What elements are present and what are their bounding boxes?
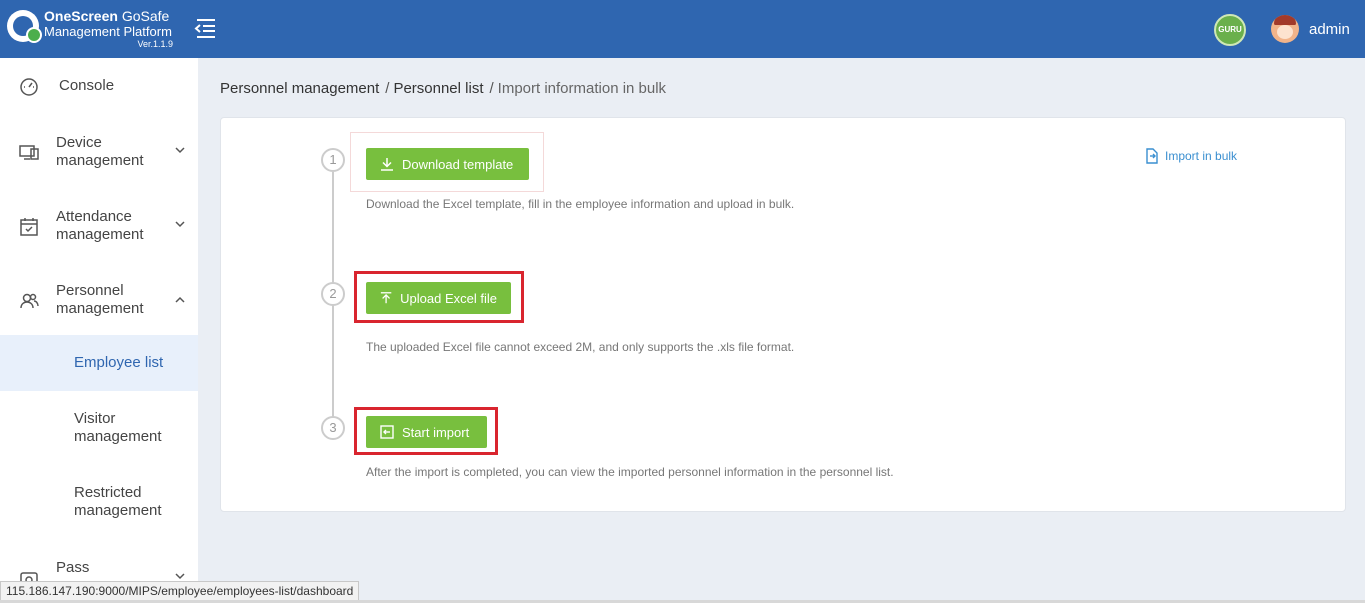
- sidebar-item-label: Visitor management: [74, 410, 162, 445]
- download-template-button[interactable]: Download template: [366, 148, 529, 180]
- chevron-down-icon: [175, 147, 185, 154]
- sidebar-item-label: Pass: [56, 559, 90, 576]
- browser-status-url: 115.186.147.190:9000/MIPS/employee/emplo…: [0, 581, 360, 601]
- import-in-bulk-label: Import in bulk: [1165, 149, 1238, 163]
- upload-excel-label: Upload Excel file: [400, 290, 497, 306]
- download-template-label: Download template: [402, 156, 514, 172]
- sidebar-item-restricted-management[interactable]: Restricted management: [0, 465, 198, 539]
- guru-badge-icon[interactable]: GURU: [1214, 14, 1246, 46]
- step-number-1: 1: [321, 148, 345, 172]
- sidebar-item-label: Console: [59, 77, 115, 94]
- username[interactable]: admin: [1309, 21, 1350, 38]
- avatar[interactable]: [1271, 15, 1299, 43]
- breadcrumb-separator: /: [385, 80, 390, 97]
- download-icon: [381, 158, 393, 171]
- step-3-description: After the import is completed, you can v…: [366, 465, 894, 479]
- version-label: Ver.1.1.9: [137, 39, 173, 49]
- sidebar-item-label: Restricted management: [74, 484, 162, 519]
- breadcrumb-personnel-list[interactable]: Personnel list: [393, 80, 483, 97]
- chevron-up-icon: [175, 296, 185, 303]
- start-import-button[interactable]: Start import: [366, 416, 487, 448]
- calendar-icon: [20, 218, 38, 236]
- sidebar-item-label: Attendance management: [56, 208, 144, 243]
- breadcrumb-separator: /: [489, 80, 494, 97]
- breadcrumb-personnel-management[interactable]: Personnel management: [220, 80, 379, 97]
- sidebar-item-label: Employee list: [74, 354, 164, 371]
- people-icon: [20, 293, 39, 309]
- document-import-icon: [1146, 148, 1158, 164]
- sidebar-item-personnel-management[interactable]: Personnel management: [0, 262, 198, 336]
- breadcrumb-current: Import information in bulk: [497, 80, 667, 97]
- breadcrumb: Personnel management / Personnel list / Impo…: [220, 80, 666, 97]
- sidebar-item-device-management[interactable]: Device management: [0, 114, 198, 188]
- step-number-2: 2: [321, 282, 345, 306]
- upload-excel-button[interactable]: Upload Excel file: [366, 282, 511, 314]
- brand-subtitle: Management Platform: [44, 24, 172, 39]
- sidebar-item-visitor-management[interactable]: Visitor management: [0, 391, 198, 465]
- sidebar-item-employee-list[interactable]: Employee list: [0, 335, 198, 391]
- step-1-description: Download the Excel template, fill in the…: [366, 197, 795, 211]
- logo-mark-icon: [7, 10, 42, 43]
- top-header: OneScreen GoSafe Management Platform Ver…: [0, 0, 1365, 58]
- start-import-label: Start import: [402, 424, 470, 440]
- sidebar-item-label: Personnel management: [56, 282, 144, 317]
- step-number-3: 3: [321, 416, 345, 440]
- speedometer-icon: [20, 78, 38, 96]
- menu-collapse-icon[interactable]: [193, 17, 217, 39]
- sidebar: Console Device management Attendance man…: [0, 58, 198, 603]
- devices-icon: [19, 145, 39, 160]
- import-in-bulk-link[interactable]: Import in bulk: [1145, 148, 1237, 164]
- import-icon: [380, 425, 394, 439]
- chevron-down-icon: [175, 221, 185, 228]
- step-2-description: The uploaded Excel file cannot exceed 2M…: [366, 340, 795, 354]
- brand-name: OneScreen GoSafe: [44, 8, 170, 24]
- sidebar-item-console[interactable]: Console: [0, 58, 198, 114]
- sidebar-item-attendance-management[interactable]: Attendance management: [0, 188, 198, 262]
- upload-icon: [380, 292, 392, 304]
- sidebar-item-label: Device management: [56, 134, 144, 169]
- brand-logo[interactable]: OneScreen GoSafe Management Platform Ver…: [7, 6, 177, 52]
